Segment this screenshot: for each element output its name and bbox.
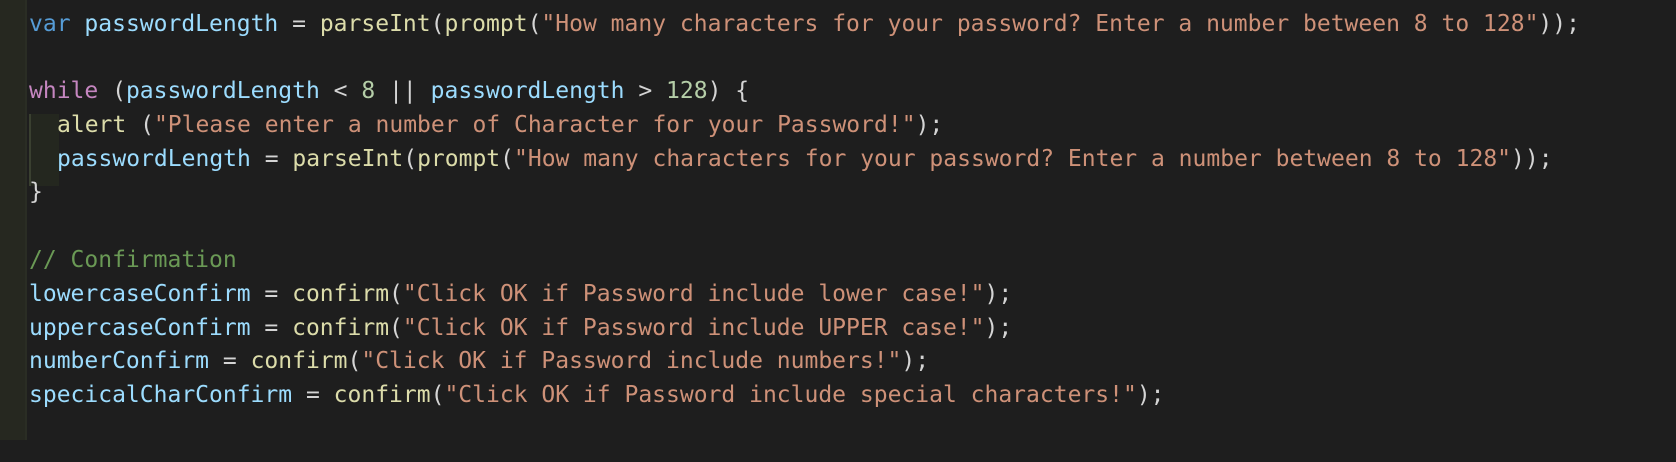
variable-password-length: passwordLength xyxy=(84,11,279,37)
function-confirm: confirm xyxy=(333,382,431,408)
keyword-var: var xyxy=(29,11,71,37)
paren-open: ( xyxy=(430,11,445,37)
paren-open: ( xyxy=(430,382,445,408)
variable-number-confirm: numberConfirm xyxy=(29,348,210,374)
variable-lowercase-confirm: lowercaseConfirm xyxy=(29,281,251,307)
code-line-1[interactable]: var passwordLength = parseInt(prompt("Ho… xyxy=(29,6,1580,42)
operator-assign: = xyxy=(250,146,293,172)
block-close: } xyxy=(29,179,43,205)
paren-open: ( xyxy=(389,315,403,341)
code-editor[interactable]: var passwordLength = parseInt(prompt("Ho… xyxy=(0,0,1676,462)
paren-open: ( xyxy=(527,11,542,37)
code-line-5[interactable]: passwordLength = parseInt(prompt("How ma… xyxy=(29,141,1553,177)
operator-assign: = xyxy=(278,11,320,37)
string-literal: "Click OK if Password include numbers!" xyxy=(361,348,902,374)
string-literal: "How many characters for your password? … xyxy=(514,146,1512,172)
paren-open: ( xyxy=(403,146,418,172)
string-literal: "Click OK if Password include special ch… xyxy=(444,382,1137,408)
paren-open: ( xyxy=(98,78,126,104)
code-line-8[interactable]: // Confirmation xyxy=(29,242,237,278)
function-parseint: parseInt xyxy=(319,11,431,37)
block-open: ) { xyxy=(707,78,750,104)
operator-assign: = xyxy=(250,281,293,307)
variable-password-length: passwordLength xyxy=(125,78,320,104)
operator-less-than: < xyxy=(319,78,362,104)
comment: // Confirmation xyxy=(29,247,237,273)
gutter-divider xyxy=(25,0,27,440)
code-line-6[interactable]: } xyxy=(29,174,43,210)
operator-greater-than: > xyxy=(624,78,667,104)
function-prompt: prompt xyxy=(444,11,528,37)
statement-end: )); xyxy=(1538,11,1580,37)
string-literal: "How many characters for your password? … xyxy=(541,11,1539,37)
paren-open: ( xyxy=(389,281,403,307)
statement-end: ); xyxy=(984,315,1013,341)
variable-password-length: passwordLength xyxy=(57,146,251,172)
string-literal: "Click OK if Password include UPPER case… xyxy=(402,315,985,341)
number-literal: 128 xyxy=(666,78,708,104)
keyword-while: while xyxy=(29,78,99,104)
code-line-10[interactable]: uppercaseConfirm = confirm("Click OK if … xyxy=(29,310,1012,346)
code-line-11[interactable]: numberConfirm = confirm("Click OK if Pas… xyxy=(29,343,929,379)
statement-end: ); xyxy=(901,348,930,374)
paren-open: ( xyxy=(500,146,515,172)
function-confirm: confirm xyxy=(292,281,390,307)
operator-assign: = xyxy=(292,382,334,408)
variable-uppercase-confirm: uppercaseConfirm xyxy=(29,315,251,341)
function-confirm: confirm xyxy=(250,348,348,374)
statement-end: ); xyxy=(915,112,944,138)
function-confirm: confirm xyxy=(292,315,390,341)
code-line-3[interactable]: while (passwordLength < 8 || passwordLen… xyxy=(29,73,749,109)
paren-open: ( xyxy=(347,348,362,374)
statement-end: )); xyxy=(1511,146,1553,172)
string-literal: "Click OK if Password include lower case… xyxy=(402,281,985,307)
statement-end: ); xyxy=(984,281,1013,307)
operator-assign: = xyxy=(209,348,251,374)
operator-or: || xyxy=(375,78,431,104)
number-literal: 8 xyxy=(361,78,376,104)
variable-special-char-confirm: specicalCharConfirm xyxy=(29,382,293,408)
operator-assign: = xyxy=(250,315,293,341)
paren-open: ( xyxy=(126,112,154,138)
code-line-12[interactable]: specicalCharConfirm = confirm("Click OK … xyxy=(29,377,1165,413)
statement-end: ); xyxy=(1136,382,1165,408)
function-alert: alert xyxy=(57,112,127,138)
code-line-4[interactable]: alert ("Please enter a number of Charact… xyxy=(29,107,943,143)
editor-gutter xyxy=(0,0,26,440)
function-prompt: prompt xyxy=(417,146,501,172)
code-line-9[interactable]: lowercaseConfirm = confirm("Click OK if … xyxy=(29,276,1012,312)
variable-password-length: passwordLength xyxy=(430,78,625,104)
function-parseint: parseInt xyxy=(292,146,404,172)
string-literal: "Please enter a number of Character for … xyxy=(153,112,916,138)
